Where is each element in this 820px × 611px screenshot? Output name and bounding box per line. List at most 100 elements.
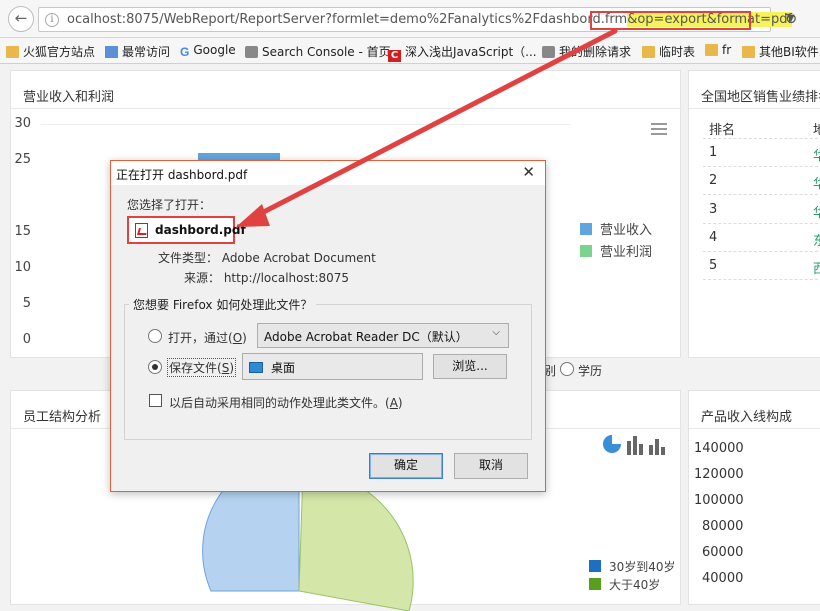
open-file-dialog: 正在打开 dashbord.pdf ✕ 您选择了打开： dashbord.pdf…	[110, 160, 546, 492]
y-tick: 100000	[694, 493, 744, 508]
folder-icon	[6, 46, 19, 58]
y-tick: 30	[14, 116, 31, 131]
y-tick: 15	[14, 224, 31, 239]
column-header: 排名	[709, 123, 736, 138]
cancel-button[interactable]: 取消	[454, 453, 528, 479]
close-icon[interactable]: ✕	[522, 163, 535, 181]
file-type: 文件类型： Adobe Acrobat Document	[158, 251, 376, 265]
bookmark-item[interactable]: Search Console - 首页	[245, 43, 391, 60]
radio-education[interactable]	[560, 362, 574, 376]
divider	[689, 108, 820, 109]
legend-item-over-40[interactable]: 大于40岁	[589, 576, 660, 593]
bookmark-item[interactable]: 最常访问	[105, 43, 170, 60]
bookmark-item[interactable]: 火狐官方站点	[6, 43, 95, 60]
bookmark-icon	[105, 46, 118, 58]
column-chart-icon	[655, 439, 659, 455]
region-cell: 华	[813, 206, 820, 221]
pie-slice	[612, 435, 621, 444]
open-with-app: Adobe Acrobat Reader DC（默认）	[264, 330, 468, 344]
chevron-down-icon: ⌵	[492, 327, 500, 338]
file-name-box: dashbord.pdf	[127, 216, 246, 244]
rank-cell: 1	[709, 145, 718, 160]
divider	[11, 108, 682, 109]
reload-icon[interactable]: ↻	[778, 7, 804, 32]
rank-cell: 4	[709, 230, 718, 245]
bar-chart-icon	[639, 444, 643, 455]
panel-title: 全国地区销售业绩排名	[701, 90, 820, 105]
column-chart-icon	[661, 447, 665, 455]
bookmark-item[interactable]: 我的删除请求	[542, 43, 631, 60]
rank-cell: 5	[709, 258, 718, 273]
panel-title: 员工结构分析	[23, 410, 102, 425]
save-target-field[interactable]: 桌面	[242, 353, 423, 380]
filter-label-education: 学历	[578, 364, 603, 378]
menu-icon[interactable]	[651, 123, 667, 135]
browse-button[interactable]: 浏览...	[433, 354, 507, 379]
file-name: dashbord.pdf	[155, 223, 246, 237]
c-logo-icon: C	[388, 50, 401, 62]
row-divider	[703, 166, 820, 167]
auto-action-label: 以后自动采用相同的动作处理此类文件。(A)	[169, 396, 403, 410]
search-console-icon	[245, 46, 258, 58]
ranking-panel: 全国地区销售业绩排名 排名 地 1 2 3 4 5 华 华 华 东 西	[688, 70, 820, 358]
bookmark-item[interactable]: 临时表	[642, 43, 695, 60]
desktop-icon	[249, 362, 263, 373]
auto-action-checkbox[interactable]	[149, 394, 162, 407]
y-tick: 0	[22, 332, 31, 347]
file-source: 来源： http://localhost:8075	[184, 271, 350, 285]
radio-open-with[interactable]	[148, 329, 162, 343]
url-highlight-frame	[590, 11, 751, 30]
rank-cell: 3	[709, 202, 718, 217]
bookmarks-bar: 火狐官方站点 最常访问 G Google Search Console - 首页 …	[0, 38, 820, 64]
y-tick: 25	[14, 152, 31, 167]
rank-cell: 2	[709, 173, 718, 188]
bar-chart-icon	[627, 441, 631, 455]
y-tick: 120000	[694, 467, 744, 482]
legend-item-30-40[interactable]: 30岁到40岁	[589, 558, 676, 575]
back-button[interactable]: ←	[8, 6, 34, 32]
ok-button[interactable]: 确定	[369, 453, 443, 479]
column-chart-icon	[649, 445, 653, 455]
region-cell: 华	[813, 149, 820, 164]
action-question: 您想要 Firefox 如何处理此文件？	[129, 296, 317, 313]
folder-icon	[705, 44, 718, 56]
y-tick: 10	[14, 260, 31, 275]
legend-swatch	[589, 578, 601, 590]
region-cell: 东	[813, 234, 820, 249]
bookmark-item[interactable]: fr	[705, 43, 731, 57]
folder-icon	[642, 46, 655, 58]
folder-icon	[742, 46, 755, 58]
y-tick: 60000	[702, 545, 744, 560]
legend-swatch	[589, 560, 601, 572]
y-tick: 40000	[702, 571, 744, 586]
column-header: 地	[813, 123, 820, 138]
legend-item-revenue[interactable]: 营业收入	[580, 219, 652, 238]
row-divider	[703, 138, 820, 139]
dialog-title-bar: 正在打开 dashbord.pdf ✕	[111, 161, 545, 185]
bookmark-item[interactable]: G Google	[180, 43, 236, 59]
open-with-label: 打开，通过(O)	[168, 331, 247, 345]
row-divider	[703, 279, 820, 280]
google-icon: G	[180, 45, 190, 59]
chosen-label: 您选择了打开：	[127, 198, 212, 212]
region-cell: 华	[813, 177, 820, 192]
chart-type-icons[interactable]	[601, 433, 681, 457]
legend-item-profit[interactable]: 营业利润	[580, 241, 652, 260]
dialog-title: 正在打开 dashbord.pdf	[116, 168, 248, 182]
info-icon[interactable]: i	[45, 13, 59, 27]
bookmark-icon	[542, 46, 555, 58]
pdf-icon	[135, 223, 148, 238]
bar-chart-icon	[633, 436, 637, 455]
y-tick: 140000	[694, 441, 744, 456]
row-divider	[703, 251, 820, 252]
legend-swatch	[580, 223, 592, 235]
open-with-select[interactable]: Adobe Acrobat Reader DC（默认） ⌵	[257, 323, 509, 348]
bookmark-item[interactable]: 其他BI软件	[742, 43, 819, 60]
gridline	[41, 124, 571, 125]
divider	[689, 428, 820, 429]
product-panel: 产品收入线构成 140000 120000 100000 80000 60000…	[688, 390, 820, 605]
bookmark-item[interactable]: C 深入浅出JavaScript（...	[388, 43, 537, 62]
y-tick: 5	[22, 296, 31, 311]
url-prefix: ocalhost:8075/WebReport/ReportServer?for…	[67, 12, 628, 27]
radio-save-file[interactable]	[148, 360, 162, 374]
